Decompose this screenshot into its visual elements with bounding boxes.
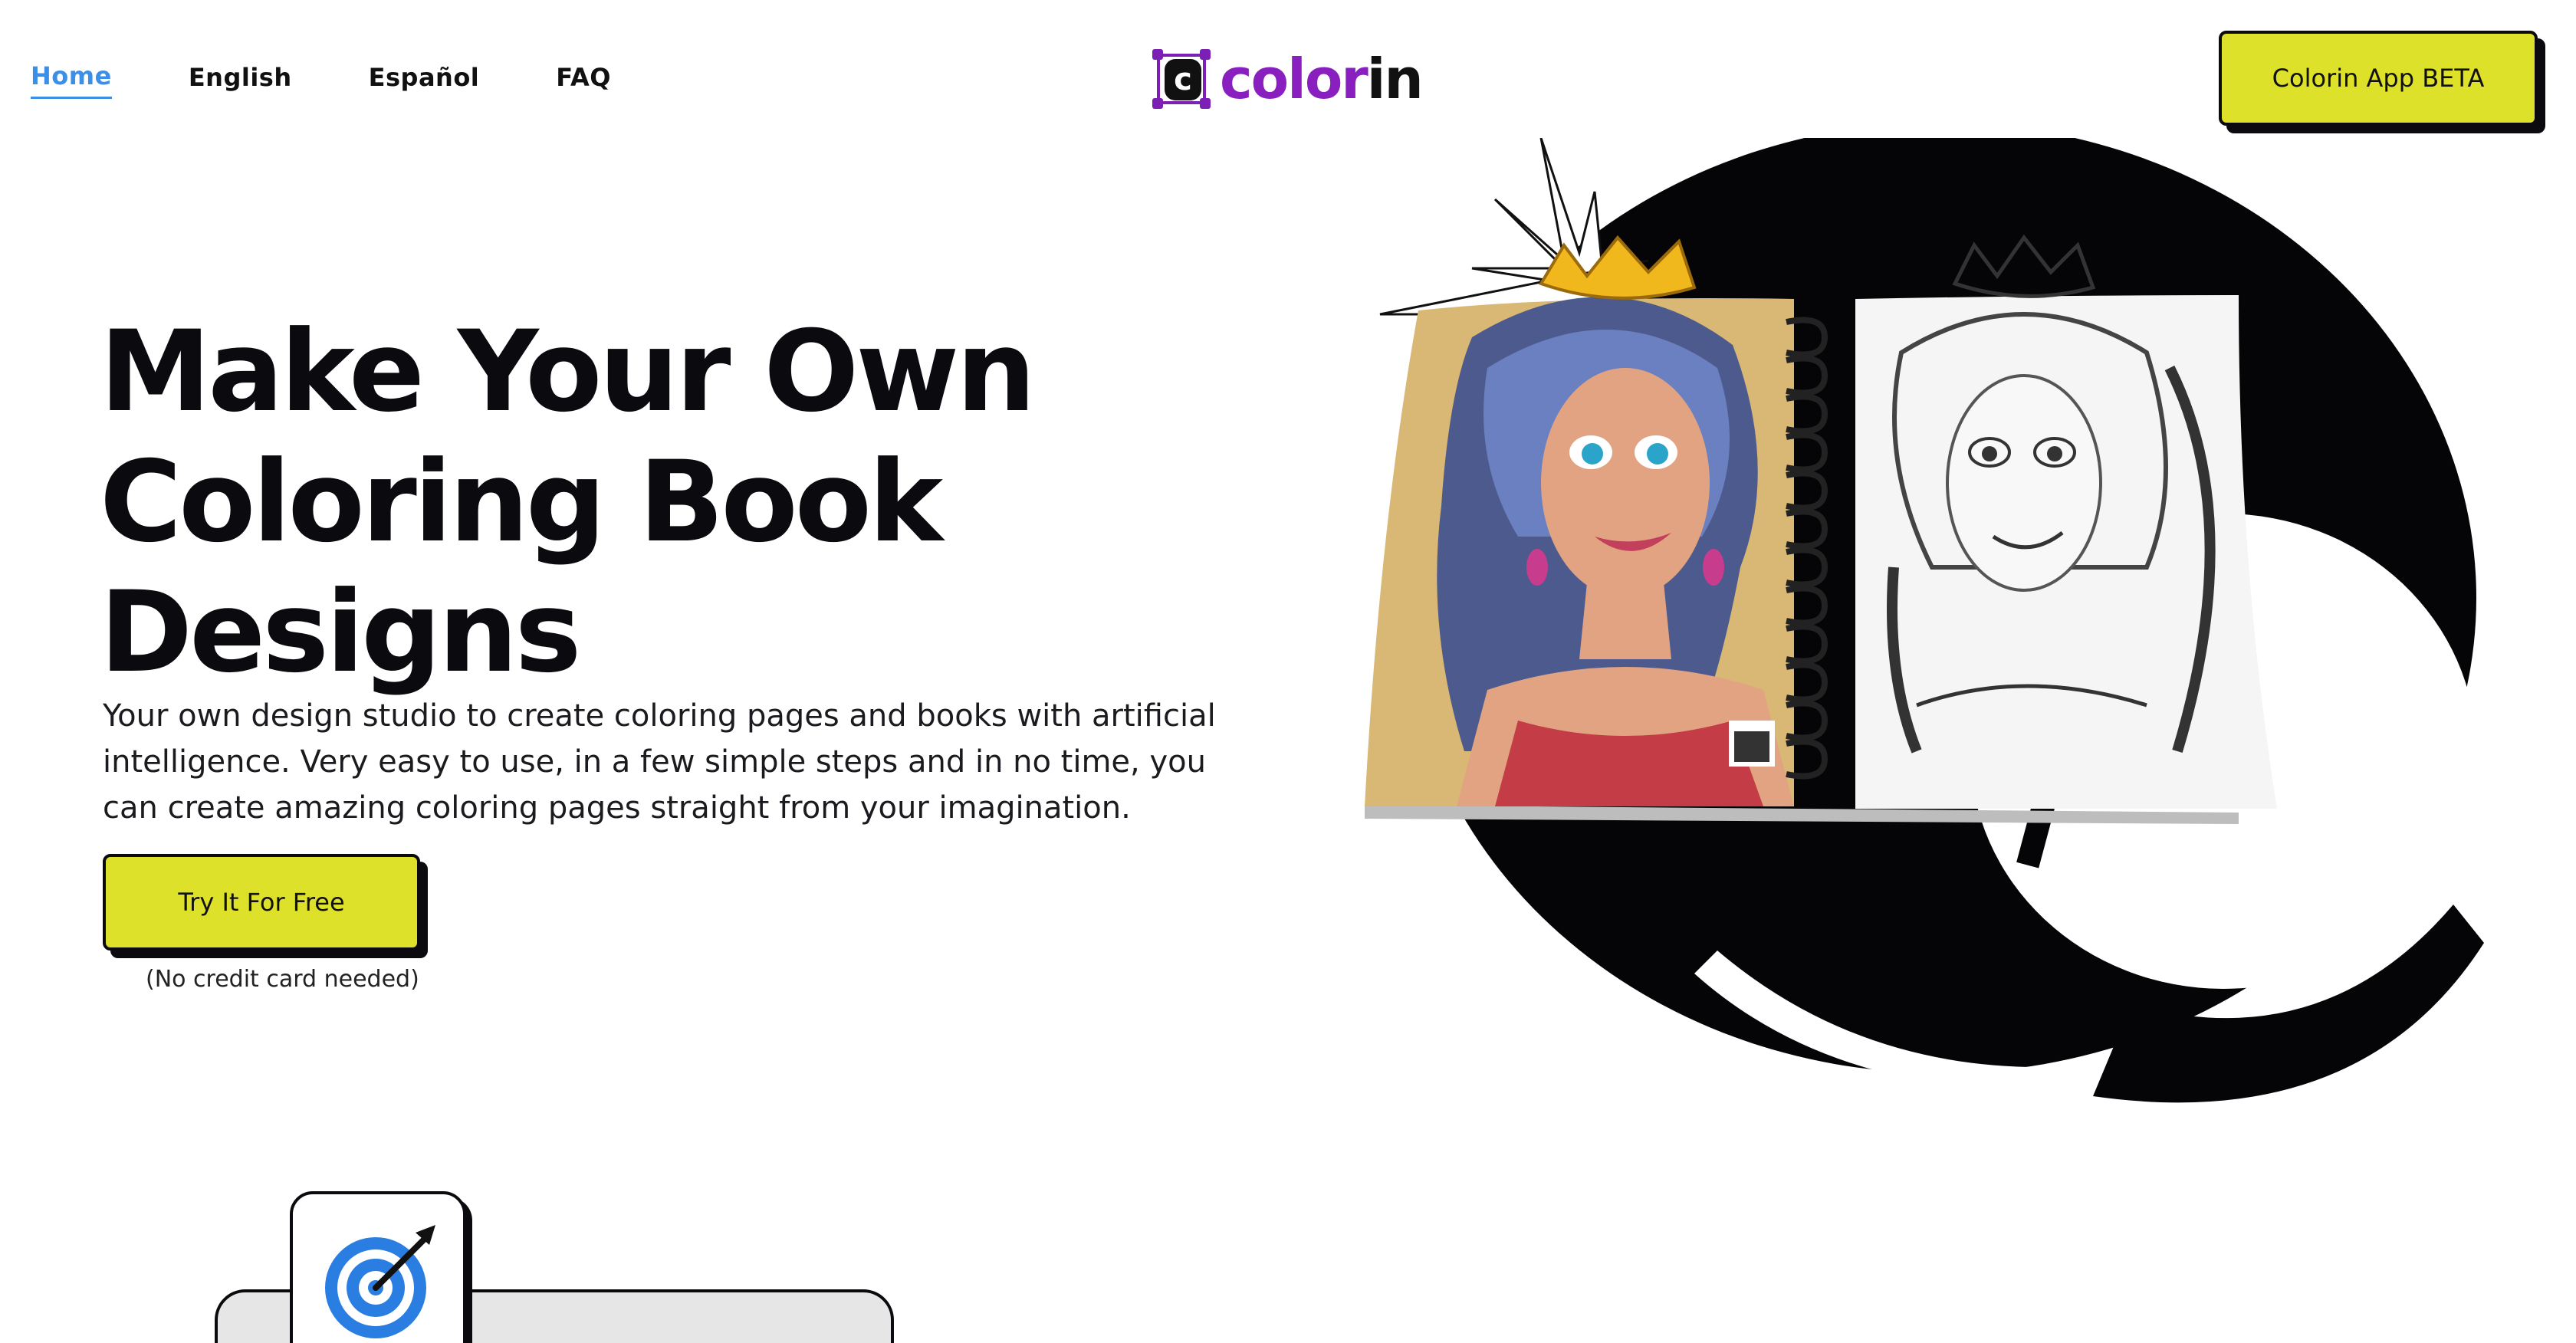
colorin-app-button[interactable]: Colorin App BETA [2219, 31, 2538, 126]
target-icon [325, 1225, 435, 1338]
hero-title: Make Your Own Coloring Book Designs [100, 307, 1036, 698]
no-credit-card-note: (No credit card needed) [146, 966, 419, 993]
nav-english-link[interactable]: English [189, 63, 292, 98]
site-logo[interactable]: c colorin [1152, 47, 1424, 111]
logo-wordmark: colorin [1220, 47, 1424, 111]
logo-mark-icon: c [1152, 48, 1211, 110]
hero-subtitle: Your own design studio to create colorin… [103, 698, 1216, 826]
nav-faq-link[interactable]: FAQ [556, 63, 611, 98]
top-nav: Home English Español FAQ [31, 61, 611, 99]
nav-espanol-link[interactable]: Español [369, 63, 480, 98]
try-free-button[interactable]: Try It For Free [103, 854, 420, 951]
nav-home-link[interactable]: Home [31, 61, 112, 99]
feature-icon-tile [290, 1191, 466, 1343]
hero-illustration [1365, 138, 2484, 1103]
